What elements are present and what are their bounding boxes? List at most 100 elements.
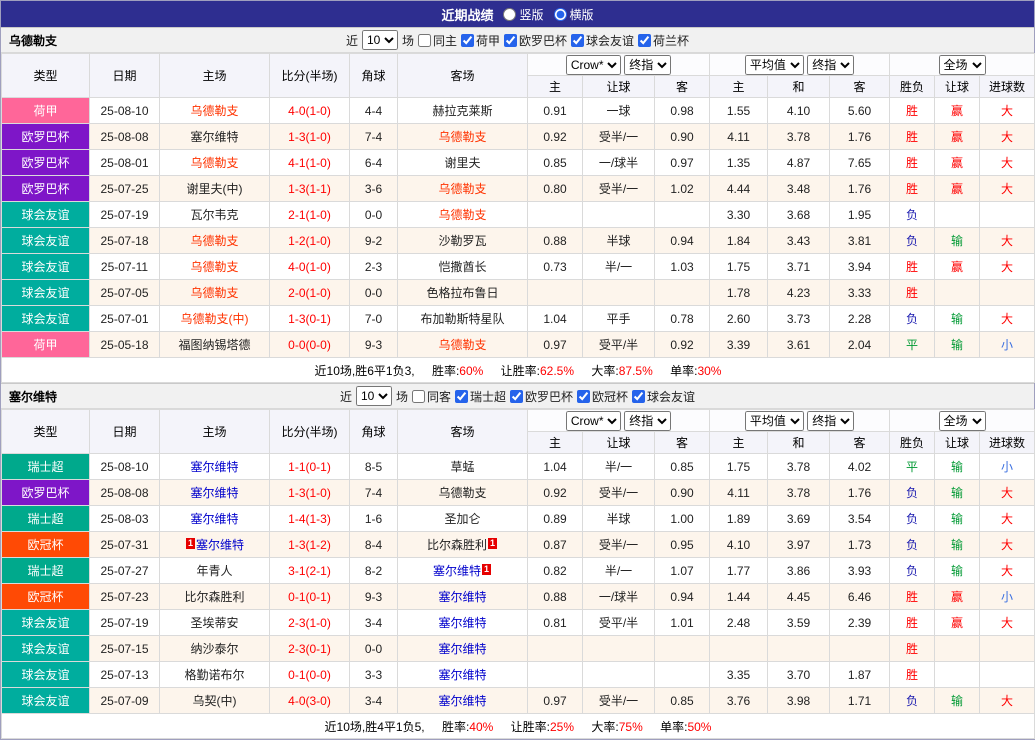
recent-count-select[interactable]: 10 <box>362 30 398 50</box>
home-team-cell: 谢里夫(中) <box>160 176 270 202</box>
result-cell: 负 <box>890 202 935 228</box>
odds-time-select[interactable]: 终指 <box>624 55 671 75</box>
avg-away-cell: 3.94 <box>830 254 890 280</box>
avg-away-cell: 1.95 <box>830 202 890 228</box>
league-checkbox-input[interactable] <box>455 390 468 403</box>
away-team-name: 塞尔维特 <box>438 590 486 604</box>
same-venue-checkbox[interactable]: 同客 <box>412 388 451 405</box>
avg-draw-cell: 3.97 <box>768 532 830 558</box>
recent-count-select[interactable]: 10 <box>356 386 392 406</box>
same-venue-checkbox[interactable]: 同主 <box>418 32 457 49</box>
goals-result-cell: 小 <box>980 584 1035 610</box>
league-checkbox-input[interactable] <box>632 390 645 403</box>
match-row: 球会友谊25-07-01乌德勒支(中)1-3(0-1)7-0布加勒斯特星队1.0… <box>2 306 1035 332</box>
score-cell: 2-1(1-0) <box>270 202 350 228</box>
bookmaker-select[interactable]: Crow* <box>566 411 621 431</box>
average-select[interactable]: 平均值 <box>745 55 804 75</box>
summary-row: 近10场,胜4平1负5, 胜率:40% 让胜率:25% 大率:75% 单率:50… <box>2 714 1035 739</box>
page-title: 近期战绩 <box>441 5 493 24</box>
avg-home-cell: 4.11 <box>710 124 768 150</box>
match-row: 欧罗巴杯25-08-01乌德勒支4-1(1-0)6-4谢里夫0.85一/球半0.… <box>2 150 1035 176</box>
avg-home-cell: 4.11 <box>710 480 768 506</box>
summary-stat: 大率:87.5% <box>591 364 652 378</box>
league-filter-checkbox[interactable]: 欧罗巴杯 <box>510 388 573 405</box>
goals-result-cell <box>980 280 1035 306</box>
date-cell: 25-07-01 <box>90 306 160 332</box>
goals-result-cell: 大 <box>980 150 1035 176</box>
goals-result-cell: 大 <box>980 610 1035 636</box>
handicap-cell: 一/球半 <box>583 150 655 176</box>
date-cell: 25-07-18 <box>90 228 160 254</box>
avg-away-cell: 3.81 <box>830 228 890 254</box>
scope-select[interactable]: 全场 <box>939 55 986 75</box>
league-filter-checkbox[interactable]: 荷兰杯 <box>638 32 689 49</box>
away-team-cell: 乌德勒支 <box>398 176 528 202</box>
same-venue-checkbox-input[interactable] <box>418 34 431 47</box>
near-label: 近 <box>346 32 358 49</box>
league-filter-checkbox[interactable]: 欧罗巴杯 <box>504 32 567 49</box>
avg-draw-cell: 3.59 <box>768 610 830 636</box>
league-checkbox-input[interactable] <box>638 34 651 47</box>
away-team-cell: 沙勒罗瓦 <box>398 228 528 254</box>
home-team-name: 塞尔维特 <box>190 512 238 526</box>
summary-stat: 胜率:40% <box>442 720 493 734</box>
col-header-score: 比分(半场) <box>270 54 350 98</box>
league-badge: 球会友谊 <box>2 202 90 228</box>
corner-cell: 9-2 <box>350 228 398 254</box>
league-filter-checkbox[interactable]: 球会友谊 <box>632 388 695 405</box>
scope-select[interactable]: 全场 <box>939 411 986 431</box>
match-row: 欧罗巴杯25-07-25谢里夫(中)1-3(1-1)3-6乌德勒支0.80受半/… <box>2 176 1035 202</box>
league-checkbox-input[interactable] <box>461 34 474 47</box>
bookmaker-select[interactable]: Crow* <box>566 55 621 75</box>
horizontal-radio-input[interactable] <box>554 8 567 21</box>
league-badge: 欧罗巴杯 <box>2 150 90 176</box>
league-filter-checkbox[interactable]: 瑞士超 <box>455 388 506 405</box>
layout-horizontal-radio[interactable]: 横版 <box>554 6 594 23</box>
goals-result-cell: 大 <box>980 306 1035 332</box>
avg-time-select[interactable]: 终指 <box>807 411 854 431</box>
league-checkbox-input[interactable] <box>510 390 523 403</box>
avg-home-cell: 4.10 <box>710 532 768 558</box>
league-badge: 瑞士超 <box>2 558 90 584</box>
goals-result-cell: 大 <box>980 176 1035 202</box>
home-team-name: 格勤诺布尔 <box>184 668 244 682</box>
away-team-name: 圣加仑 <box>444 512 480 526</box>
league-checkbox-input[interactable] <box>504 34 517 47</box>
avg-time-select[interactable]: 终指 <box>807 55 854 75</box>
league-checkbox-input[interactable] <box>577 390 590 403</box>
vertical-radio-input[interactable] <box>503 8 516 21</box>
avg-home-cell: 3.39 <box>710 332 768 358</box>
avg-draw-cell: 4.10 <box>768 98 830 124</box>
red-card-icon: 1 <box>482 564 491 575</box>
date-cell: 25-07-13 <box>90 662 160 688</box>
home-odds-cell <box>528 202 583 228</box>
odds-time-select[interactable]: 终指 <box>624 411 671 431</box>
away-team-name: 谢里夫 <box>444 156 480 170</box>
team-section-utrecht: 乌德勒支 近 10 场 同主 荷甲 欧罗巴杯 球会友谊 荷兰杯 类型 <box>1 27 1034 383</box>
matches-label: 场 <box>396 388 408 405</box>
handicap-cell: 受半/一 <box>583 532 655 558</box>
away-team-name: 塞尔维特 <box>438 616 486 630</box>
league-filter-checkbox[interactable]: 欧冠杯 <box>577 388 628 405</box>
avg-home-cell: 3.35 <box>710 662 768 688</box>
league-filter-checkbox[interactable]: 球会友谊 <box>571 32 634 49</box>
sub-header-avg-draw: 和 <box>768 76 830 98</box>
away-team-cell: 乌德勒支 <box>398 332 528 358</box>
league-badge: 球会友谊 <box>2 662 90 688</box>
league-checkbox-input[interactable] <box>571 34 584 47</box>
away-team-cell: 圣加仑 <box>398 506 528 532</box>
scope-group-header: 全场 <box>890 410 1035 432</box>
away-odds-cell <box>655 662 710 688</box>
away-odds-cell: 0.85 <box>655 454 710 480</box>
average-select[interactable]: 平均值 <box>745 411 804 431</box>
date-cell: 25-07-19 <box>90 202 160 228</box>
league-badge: 欧冠杯 <box>2 584 90 610</box>
league-filter-checkbox[interactable]: 荷甲 <box>461 32 500 49</box>
filter-bar: 近 10 场 同主 荷甲 欧罗巴杯 球会友谊 荷兰杯 <box>346 30 689 50</box>
avg-home-cell: 3.30 <box>710 202 768 228</box>
avg-draw-cell: 3.68 <box>768 202 830 228</box>
league-badge: 欧罗巴杯 <box>2 124 90 150</box>
away-team-cell: 乌德勒支 <box>398 480 528 506</box>
layout-vertical-radio[interactable]: 竖版 <box>503 6 543 23</box>
same-venue-checkbox-input[interactable] <box>412 390 425 403</box>
